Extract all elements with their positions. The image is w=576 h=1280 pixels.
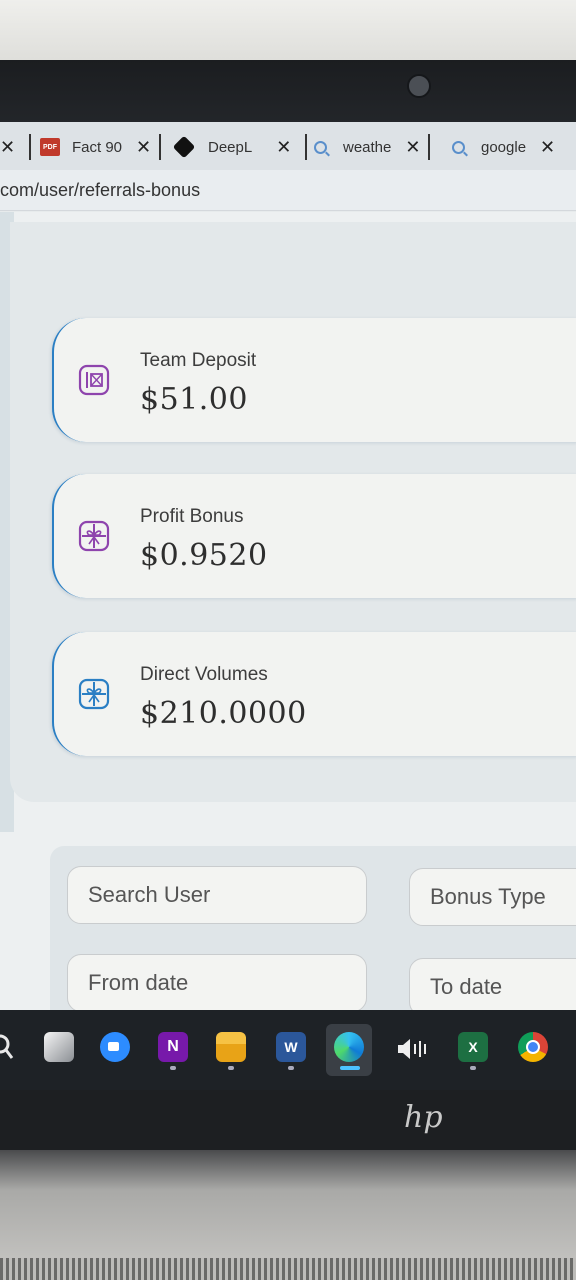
active-app-indicator (340, 1066, 360, 1070)
tab-label: google (481, 138, 527, 156)
stat-label: Team Deposit (140, 350, 257, 371)
volume-icon[interactable] (396, 1038, 430, 1060)
tab-close-icon[interactable]: ✕ (276, 137, 291, 158)
onenote-icon[interactable]: N (158, 1032, 188, 1062)
keyboard-edge (0, 1258, 576, 1280)
tab-label: weathe (343, 138, 392, 156)
tab-separator (159, 134, 162, 160)
tab-label: DeepL (208, 138, 253, 156)
gift-icon (78, 678, 110, 710)
stat-label: Profit Bonus (140, 506, 244, 527)
app-running-indicator (470, 1066, 476, 1070)
app-running-indicator (170, 1066, 176, 1070)
pdf-icon: PDF (40, 138, 60, 156)
from-date-placeholder: From date (88, 970, 189, 995)
tab-separator (29, 134, 32, 160)
stat-value: $51.00 (140, 382, 248, 417)
deepl-icon (172, 135, 196, 159)
vault-icon (78, 364, 110, 396)
task-view-icon[interactable] (44, 1032, 74, 1062)
app-running-indicator (288, 1066, 294, 1070)
tab-close-icon[interactable]: ✕ (405, 137, 420, 158)
tab-close-icon[interactable]: ✕ (540, 137, 555, 158)
search-user-input[interactable]: Search User (67, 866, 367, 924)
excel-icon[interactable]: X (458, 1032, 488, 1062)
app-running-indicator (228, 1066, 234, 1070)
tab-close-icon[interactable]: ✕ (136, 137, 151, 158)
search-user-placeholder: Search User (88, 882, 211, 907)
windows-taskbar: N W X (0, 1010, 576, 1090)
edge-icon[interactable] (334, 1032, 364, 1062)
gift-icon (78, 520, 110, 552)
tab-label: Fact 90 (72, 138, 123, 156)
from-date-input[interactable]: From date (67, 954, 367, 1012)
tab-separator (428, 134, 431, 160)
url-text: com/user/referrals-bonus (0, 180, 201, 200)
search-icon (314, 140, 327, 154)
tab-previous[interactable]: ✕ (0, 132, 32, 162)
bonus-type-select[interactable]: Bonus Type (409, 868, 576, 926)
chrome-icon[interactable] (518, 1032, 548, 1062)
tab-close-icon[interactable]: ✕ (0, 137, 15, 158)
webcam (407, 74, 431, 98)
stat-card-team-deposit: Team Deposit $51.00 (52, 318, 576, 442)
zoom-icon[interactable] (100, 1032, 130, 1062)
browser-tab-bar: ✕ PDF Fact 90 ✕ DeepL ✕ weathe ✕ google … (0, 122, 576, 171)
tab-fact90[interactable]: PDF Fact 90 ✕ (40, 132, 162, 162)
search-icon[interactable] (0, 1032, 16, 1062)
to-date-placeholder: To date (430, 974, 503, 999)
address-bar[interactable]: com/user/referrals-bonus (0, 170, 576, 211)
search-icon (452, 140, 465, 154)
stat-value: $0.9520 (140, 538, 268, 573)
stat-value: $210.0000 (140, 696, 307, 731)
laptop-screen: ✕ PDF Fact 90 ✕ DeepL ✕ weathe ✕ google … (0, 122, 576, 1022)
file-explorer-icon[interactable] (216, 1032, 246, 1062)
hp-logo: hp (404, 1100, 443, 1135)
tab-separator (305, 134, 308, 160)
tab-weather[interactable]: weathe ✕ (314, 132, 431, 162)
stat-card-profit-bonus: Profit Bonus $0.9520 (52, 474, 576, 598)
to-date-input[interactable]: To date (409, 958, 576, 1016)
page-content: Team Deposit $51.00 Profit Bonus $0.9520 (0, 212, 576, 1022)
tab-deepl[interactable]: DeepL ✕ (172, 132, 308, 162)
stat-card-direct-volumes: Direct Volumes $210.0000 (52, 632, 576, 756)
word-icon[interactable]: W (276, 1032, 306, 1062)
stat-label: Direct Volumes (140, 664, 268, 685)
bonus-type-placeholder: Bonus Type (430, 884, 546, 909)
tab-google[interactable]: google ✕ (452, 132, 555, 162)
